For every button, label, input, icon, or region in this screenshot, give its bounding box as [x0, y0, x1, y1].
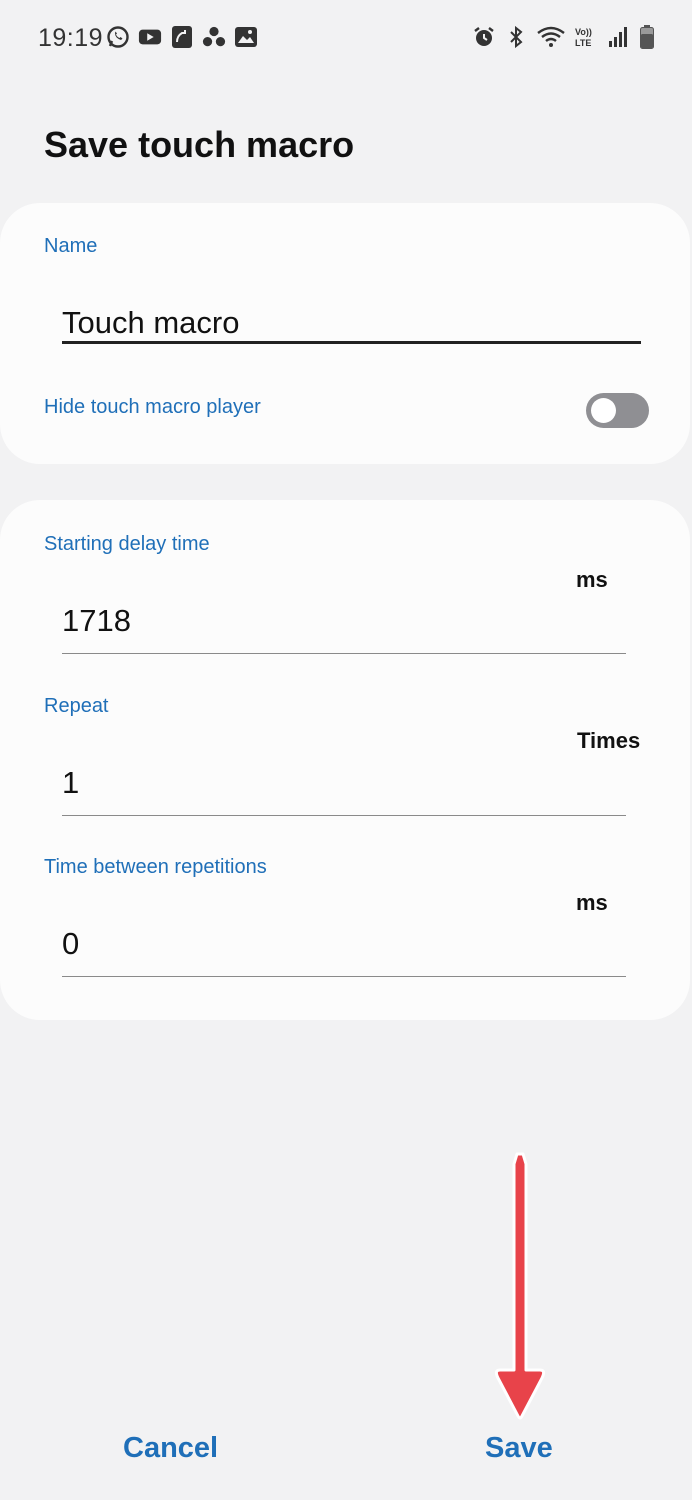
- system-status-icons: Vo)) LTE: [472, 24, 656, 50]
- wifi-icon: [536, 24, 566, 50]
- svg-text:LTE: LTE: [575, 38, 591, 48]
- notification-icons: [106, 24, 258, 50]
- repeat-input[interactable]: [62, 762, 562, 804]
- gallery-icon: [234, 24, 258, 50]
- time-between-underline: [62, 976, 626, 977]
- repeat-label: Repeat: [44, 695, 109, 717]
- time-between-unit: ms: [576, 890, 608, 915]
- whatsapp-icon: [106, 24, 130, 50]
- starting-delay-unit: ms: [576, 567, 608, 592]
- signal-icon: [606, 24, 630, 50]
- status-time: 19:19: [38, 24, 104, 52]
- status-bar: 19:19 Vo)) LTE: [0, 0, 692, 78]
- red-arrow-annotation: [494, 1152, 546, 1420]
- page-title: Save touch macro: [44, 124, 355, 165]
- bluetooth-icon: [504, 24, 528, 50]
- time-between-input[interactable]: [62, 923, 562, 965]
- battery-icon: [638, 24, 656, 50]
- svg-text:Vo)): Vo)): [575, 27, 592, 37]
- save-button[interactable]: Save: [485, 1432, 553, 1465]
- time-between-label: Time between repetitions: [44, 856, 267, 878]
- youtube-icon: [138, 24, 162, 50]
- starting-delay-underline: [62, 653, 626, 654]
- hide-player-label: Hide touch macro player: [44, 396, 261, 418]
- name-label: Name: [44, 235, 98, 257]
- name-input[interactable]: [62, 302, 640, 344]
- cancel-button[interactable]: Cancel: [123, 1432, 218, 1465]
- starting-delay-label: Starting delay time: [44, 533, 210, 555]
- alarm-icon: [472, 24, 496, 50]
- repeat-unit: Times: [577, 728, 641, 753]
- volte-icon: Vo)) LTE: [574, 24, 598, 50]
- dots-app-icon: [202, 24, 226, 50]
- starting-delay-input[interactable]: [62, 600, 562, 642]
- name-input-underline: [62, 341, 641, 344]
- hide-player-toggle[interactable]: [586, 393, 649, 428]
- missed-call-icon: [170, 24, 194, 50]
- toggle-knob: [591, 398, 616, 423]
- repeat-underline: [62, 815, 626, 816]
